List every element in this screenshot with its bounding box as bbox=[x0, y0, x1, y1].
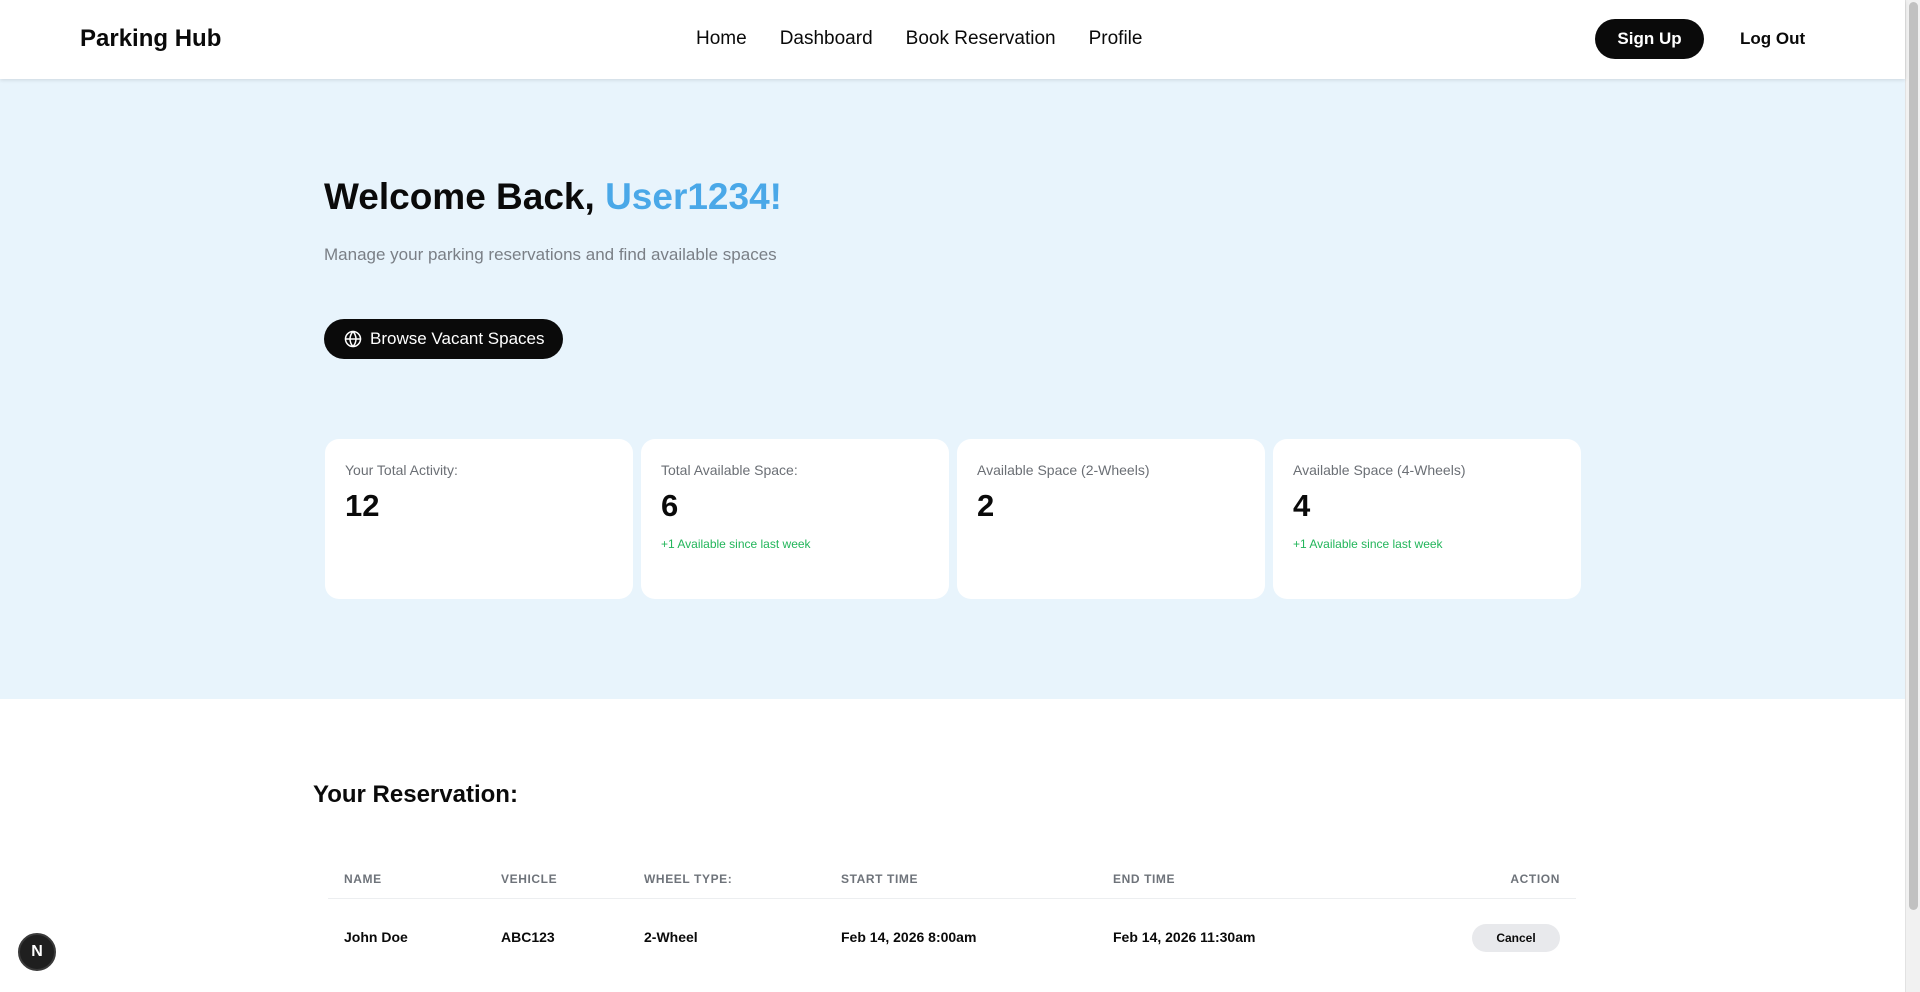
table-header: NAME VEHICLE WHEEL TYPE: START TIME END … bbox=[328, 859, 1576, 899]
reservation-title: Your Reservation: bbox=[313, 781, 518, 808]
cell-wheel-type: 2-Wheel bbox=[644, 929, 698, 945]
top-navbar: Parking Hub Home Dashboard Book Reservat… bbox=[0, 0, 1905, 79]
cell-end-time: Feb 14, 2026 11:30am bbox=[1113, 929, 1256, 945]
nextjs-dev-badge[interactable]: N bbox=[18, 933, 56, 971]
scrollbar-thumb[interactable] bbox=[1909, 2, 1918, 910]
hero-subtitle: Manage your parking reservations and fin… bbox=[324, 245, 777, 264]
stats-grid: Your Total Activity: 12 Total Available … bbox=[325, 439, 1581, 599]
stat-label: Total Available Space: bbox=[661, 462, 798, 478]
reservation-section: Your Reservation: NAME VEHICLE WHEEL TYP… bbox=[0, 699, 1905, 992]
nav-book-reservation[interactable]: Book Reservation bbox=[906, 26, 1056, 52]
column-header-start-time: START TIME bbox=[841, 872, 919, 886]
nav-home[interactable]: Home bbox=[696, 26, 747, 52]
cancel-button[interactable]: Cancel bbox=[1472, 924, 1560, 952]
sign-up-button[interactable]: Sign Up bbox=[1595, 19, 1704, 59]
table-row: John Doe ABC123 2-Wheel Feb 14, 2026 8:0… bbox=[328, 899, 1576, 975]
stat-value: 6 bbox=[661, 488, 679, 523]
welcome-prefix: Welcome Back, bbox=[324, 176, 606, 217]
welcome-heading: Welcome Back, User1234! bbox=[324, 174, 782, 220]
stat-card-4-wheels: Available Space (4-Wheels) 4 +1 Availabl… bbox=[1273, 439, 1581, 599]
column-header-action: ACTION bbox=[1510, 872, 1560, 886]
hero-section: Welcome Back, User1234! Manage your park… bbox=[0, 79, 1905, 699]
cell-start-time: Feb 14, 2026 8:00am bbox=[841, 929, 977, 945]
column-header-name: NAME bbox=[344, 872, 382, 886]
stat-card-total-available: Total Available Space: 6 +1 Available si… bbox=[641, 439, 949, 599]
column-header-vehicle: VEHICLE bbox=[501, 872, 558, 886]
stat-card-2-wheels: Available Space (2-Wheels) 2 bbox=[957, 439, 1265, 599]
stat-label: Available Space (2-Wheels) bbox=[977, 462, 1150, 478]
stat-value: 4 bbox=[1293, 488, 1311, 523]
reservation-table: NAME VEHICLE WHEEL TYPE: START TIME END … bbox=[328, 859, 1576, 975]
cell-name: John Doe bbox=[344, 929, 408, 945]
main-nav: Home Dashboard Book Reservation Profile bbox=[696, 26, 1142, 52]
stat-note: +1 Available since last week bbox=[1293, 537, 1443, 551]
stat-label: Your Total Activity: bbox=[345, 462, 458, 478]
stat-value: 12 bbox=[345, 488, 380, 523]
cell-vehicle: ABC123 bbox=[501, 929, 555, 945]
stat-label: Available Space (4-Wheels) bbox=[1293, 462, 1466, 478]
browse-vacant-spaces-button[interactable]: Browse Vacant Spaces bbox=[324, 319, 563, 359]
browse-button-label: Browse Vacant Spaces bbox=[370, 329, 545, 348]
globe-icon bbox=[344, 330, 362, 348]
stat-value: 2 bbox=[977, 488, 995, 523]
stat-card-total-activity: Your Total Activity: 12 bbox=[325, 439, 633, 599]
nav-dashboard[interactable]: Dashboard bbox=[780, 26, 873, 52]
welcome-username: User1234! bbox=[605, 176, 782, 217]
stat-note: +1 Available since last week bbox=[661, 537, 811, 551]
column-header-end-time: END TIME bbox=[1113, 872, 1176, 886]
log-out-button[interactable]: Log Out bbox=[1740, 27, 1805, 51]
column-header-wheel-type: WHEEL TYPE: bbox=[644, 872, 733, 886]
brand-logo[interactable]: Parking Hub bbox=[80, 24, 221, 54]
vertical-scrollbar[interactable] bbox=[1905, 0, 1920, 992]
nav-profile[interactable]: Profile bbox=[1089, 26, 1143, 52]
